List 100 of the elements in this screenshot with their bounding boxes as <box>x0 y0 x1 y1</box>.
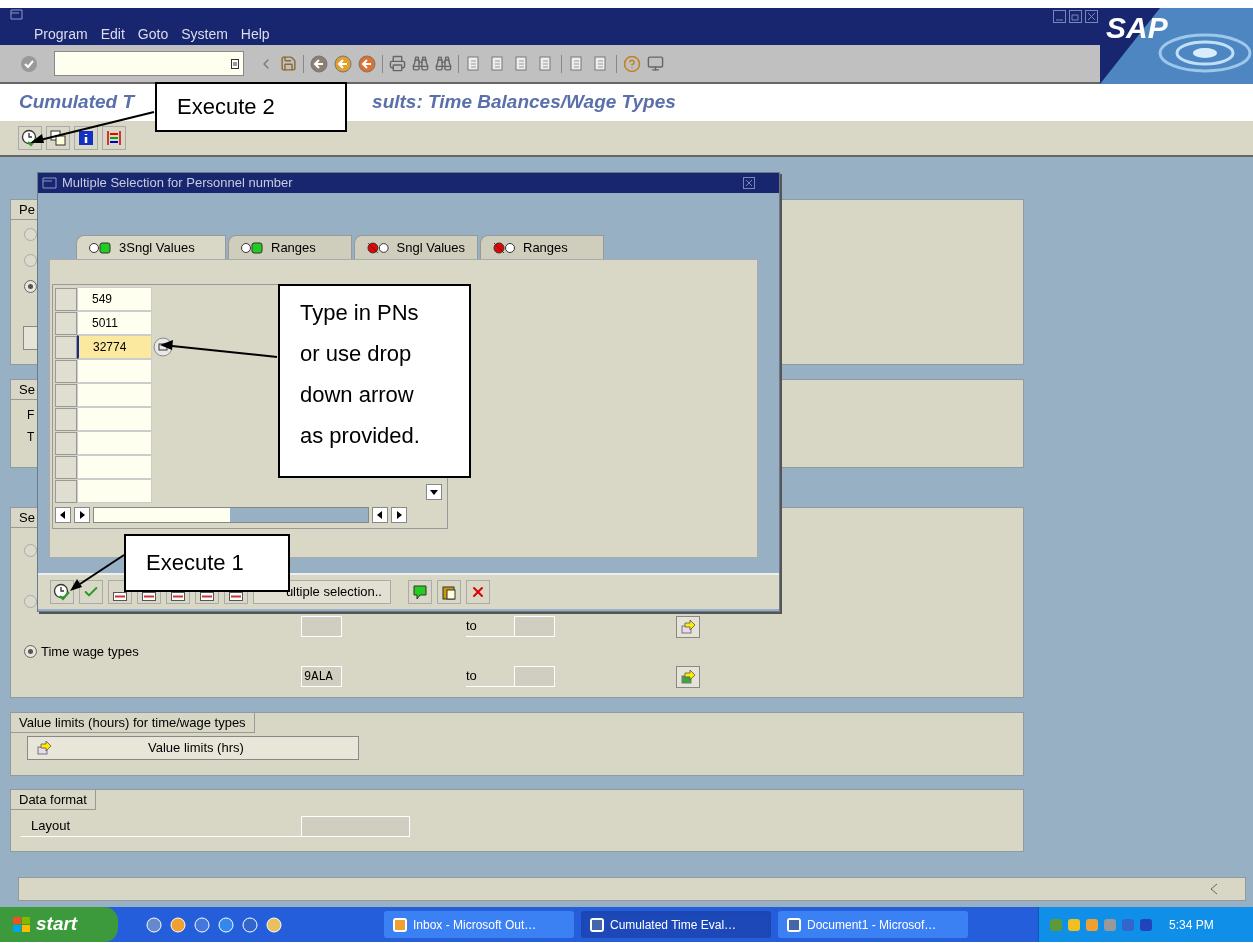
scroll-down-icon[interactable] <box>426 484 442 500</box>
close-icon[interactable] <box>1085 10 1098 23</box>
row-selector[interactable] <box>55 431 77 455</box>
command-field[interactable] <box>54 51 244 76</box>
paste-button[interactable] <box>437 580 461 604</box>
bars-icon <box>106 130 122 146</box>
table-cell[interactable]: 5011 <box>77 311 152 335</box>
tab[interactable]: 3Sngl Values <box>76 235 226 259</box>
history-icon[interactable] <box>231 58 239 69</box>
radio-button[interactable] <box>24 228 37 241</box>
arrow-icon <box>36 740 52 756</box>
input-field[interactable] <box>301 616 342 637</box>
table-cell[interactable]: 549 <box>77 287 152 311</box>
page-title: sults: Time Balances/Wage Types <box>372 90 676 115</box>
import-button[interactable] <box>408 580 432 604</box>
info-button[interactable] <box>74 126 98 150</box>
clock: 5:34 PM <box>1169 916 1214 934</box>
radio-button[interactable] <box>24 254 37 267</box>
tab[interactable]: Ranges <box>228 235 352 259</box>
menu-item[interactable]: Help <box>240 25 270 43</box>
taskbar-button[interactable]: Document1 - Microsof… <box>778 911 968 938</box>
row-selector[interactable] <box>55 455 77 479</box>
delete-button[interactable] <box>466 580 490 604</box>
multiple-selection-button[interactable] <box>676 615 700 638</box>
input-field[interactable] <box>514 666 555 687</box>
menu-item[interactable]: Edit <box>100 25 125 43</box>
collapse-icon[interactable] <box>1209 883 1219 895</box>
exclude-light-icon <box>367 241 391 254</box>
radio-button[interactable] <box>24 544 37 557</box>
layout-field[interactable] <box>301 816 410 837</box>
quick-launch-icon[interactable] <box>218 916 234 933</box>
save-icon[interactable] <box>280 55 297 72</box>
check-button[interactable] <box>79 580 103 604</box>
app-icon <box>392 916 408 933</box>
binoculars-icon[interactable] <box>435 55 452 72</box>
value-limits-button[interactable]: Value limits (hrs) <box>27 736 359 760</box>
taskbar-button[interactable]: Cumulated Time Eval… <box>581 911 771 938</box>
input-field[interactable]: 9ALA <box>301 666 342 687</box>
table-cell[interactable] <box>77 407 152 431</box>
radio-button[interactable] <box>24 280 37 293</box>
menu-item[interactable]: Goto <box>137 25 169 43</box>
row-selector[interactable] <box>55 311 77 335</box>
scroll-right-icon[interactable] <box>391 507 407 523</box>
table-cell[interactable] <box>77 455 152 479</box>
tray-icon[interactable] <box>1067 917 1081 932</box>
table-cell[interactable] <box>77 431 152 455</box>
restore-icon[interactable] <box>1069 10 1082 23</box>
close-icon[interactable] <box>743 177 755 189</box>
color-bars-button[interactable] <box>102 126 126 150</box>
start-button[interactable]: start <box>0 907 118 942</box>
exclude-light-icon <box>493 241 517 254</box>
row-selector[interactable] <box>55 407 77 431</box>
help-icon[interactable] <box>623 54 641 73</box>
table-cell[interactable] <box>77 359 152 383</box>
arrow-icon <box>680 618 696 635</box>
monitor-icon[interactable] <box>647 55 664 72</box>
quick-launch-icon[interactable] <box>266 916 282 933</box>
binoculars-icon[interactable] <box>412 55 429 72</box>
table-cell[interactable] <box>77 479 152 503</box>
window-menu-icon[interactable] <box>42 177 58 189</box>
tab[interactable]: Ranges <box>480 235 604 259</box>
enter-icon[interactable] <box>20 54 38 73</box>
sap-logo: SAP <box>1106 10 1168 46</box>
menu-item[interactable]: System <box>181 25 228 43</box>
menu-item[interactable]: Program <box>34 25 88 43</box>
row-selector[interactable] <box>55 383 77 407</box>
page-title: Cumulated T <box>19 90 135 115</box>
input-field[interactable] <box>514 616 555 637</box>
quick-launch-icon[interactable] <box>242 916 258 933</box>
horizontal-scrollbar[interactable] <box>93 507 369 523</box>
multiple-selection-button[interactable] <box>676 665 700 688</box>
row-selector[interactable] <box>55 359 77 383</box>
tab[interactable]: Sngl Values <box>354 235 478 259</box>
minimize-icon[interactable] <box>1053 10 1066 23</box>
taskbar-button[interactable]: Inbox - Microsoft Out… <box>384 911 574 938</box>
row-selector[interactable] <box>55 287 77 311</box>
row-selector[interactable] <box>55 335 77 359</box>
radio-button[interactable] <box>24 645 37 658</box>
radio-button[interactable] <box>24 595 37 608</box>
scroll-left-icon[interactable] <box>55 507 71 523</box>
info-icon <box>78 130 94 146</box>
execute-button[interactable] <box>50 580 74 604</box>
field-label: F <box>27 407 35 424</box>
group-header: Value limits (hours) for time/wage types <box>11 713 255 733</box>
printer-icon[interactable] <box>389 55 406 72</box>
scroll-left-icon[interactable] <box>372 507 388 523</box>
speech-bubble-icon <box>412 584 428 600</box>
table-cell[interactable]: 32774 <box>77 335 152 359</box>
quick-launch-icon[interactable] <box>146 916 162 933</box>
tray-icon[interactable] <box>1139 917 1153 932</box>
dialog-title: Multiple Selection for Personnel number <box>62 174 293 193</box>
table-cell[interactable] <box>77 383 152 407</box>
scroll-right-icon[interactable] <box>74 507 90 523</box>
copy-button[interactable] <box>46 126 70 150</box>
quick-launch-icon[interactable] <box>170 916 186 933</box>
quick-launch-icon[interactable] <box>194 916 210 933</box>
window-menu-icon[interactable] <box>10 9 23 20</box>
copy-icon <box>50 130 66 146</box>
close-icon <box>470 584 486 600</box>
flag-icon <box>12 915 32 934</box>
